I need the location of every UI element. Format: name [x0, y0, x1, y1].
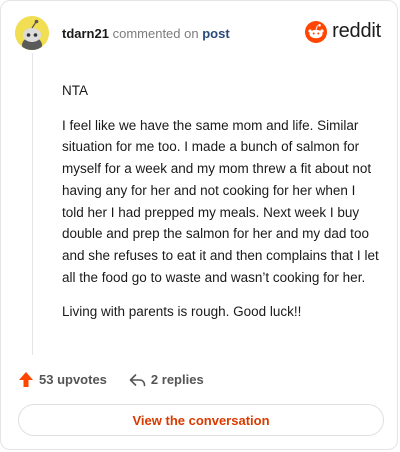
reddit-logo-icon [305, 20, 328, 43]
reply-arrow-icon [129, 373, 146, 386]
replies-button[interactable]: 2 replies [129, 372, 204, 387]
upvote-arrow-icon [19, 372, 33, 387]
view-conversation-button[interactable]: View the conversation [18, 404, 384, 436]
comment-paragraph: Living with parents is rough. Good luck!… [62, 304, 302, 320]
snoo-avatar-icon [15, 16, 49, 50]
upvote-count: 53 upvotes [39, 372, 107, 387]
username[interactable]: tdarn21 [62, 26, 109, 41]
reply-count: 2 replies [150, 372, 204, 387]
thread-line [32, 53, 33, 355]
user-avatar[interactable] [15, 16, 49, 50]
action-text: commented on [112, 26, 199, 41]
post-link[interactable]: post [202, 26, 229, 41]
comment-card: tdarn21 commented on post reddit NTA I f… [0, 0, 398, 450]
reddit-wordmark: reddit [332, 20, 381, 42]
comment-paragraph: NTA [62, 83, 88, 98]
comment-body: NTA I feel like we have the same mom and… [62, 80, 380, 336]
comment-actions: 53 upvotes 2 replies [18, 371, 204, 388]
upvote-button[interactable]: 53 upvotes [18, 371, 107, 388]
reddit-logo[interactable]: reddit [305, 20, 381, 43]
comment-paragraph: I feel like we have the same mom and lif… [62, 117, 379, 285]
comment-header: tdarn21 commented on post [62, 26, 230, 41]
